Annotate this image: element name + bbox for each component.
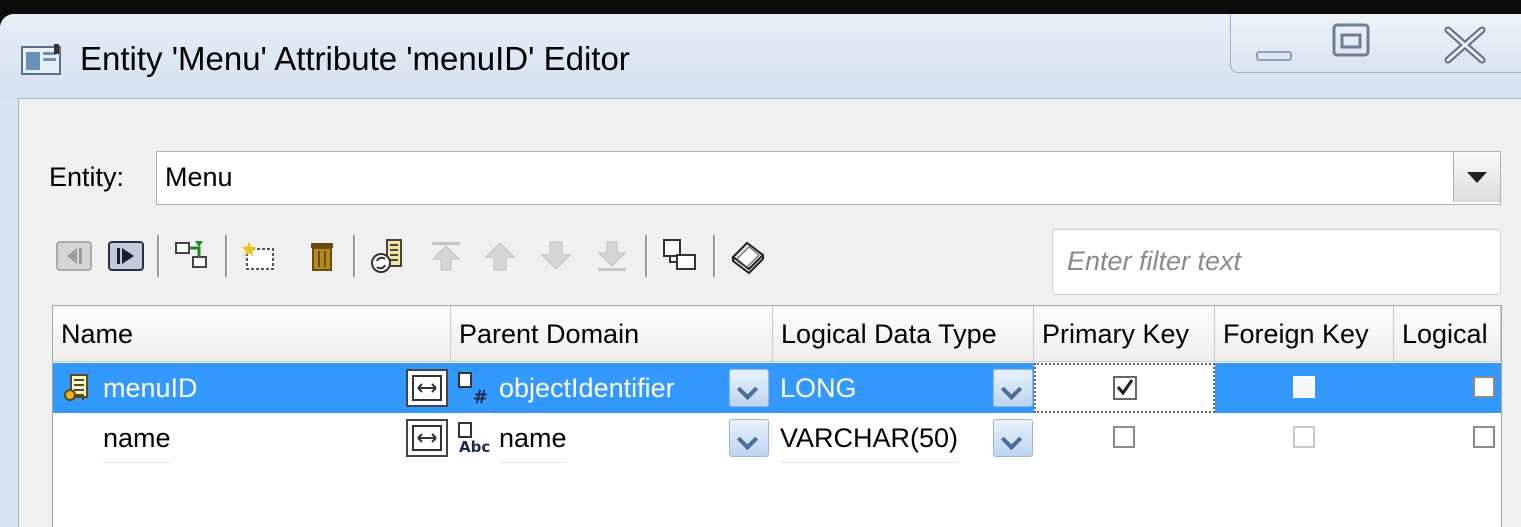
entity-value: Menu [165, 162, 233, 192]
chevron-down-icon [1467, 172, 1487, 183]
move-top-icon[interactable] [427, 237, 465, 275]
minimize-button[interactable] [1230, 14, 1317, 73]
column-header-primary-key[interactable]: Primary Key [1034, 306, 1215, 362]
data-type-cell: VARCHAR(50) [780, 413, 959, 463]
editor-body: Entity: Menu Enter filter text Name Pare… [18, 98, 1521, 527]
ellipsis-icon [412, 375, 442, 401]
delete-icon[interactable] [303, 237, 341, 275]
column-header-foreign-key[interactable]: Foreign Key [1215, 306, 1394, 362]
entity-dropdown-button[interactable] [1453, 152, 1500, 202]
data-type-dropdown[interactable] [993, 419, 1033, 457]
minimize-icon [1256, 51, 1292, 61]
primary-key-checkbox[interactable] [1113, 426, 1135, 448]
add-child-icon[interactable] [173, 237, 211, 275]
domain-identifier-icon: # [458, 372, 488, 405]
new-attribute-icon[interactable] [241, 237, 279, 275]
editor-window: Entity 'Menu' Attribute 'menuID' Editor … [0, 14, 1521, 527]
name-cell: menuID [103, 373, 198, 403]
logical-checkbox[interactable] [1473, 426, 1495, 448]
domain-string-icon: Abc [458, 422, 490, 455]
name-cell: name [103, 413, 171, 463]
ellipsis-icon [412, 425, 442, 451]
foreign-key-checkbox[interactable] [1293, 376, 1315, 398]
column-header-name[interactable]: Name [53, 306, 451, 362]
attribute-toolbar [53, 231, 793, 281]
parent-domain-dropdown[interactable] [729, 419, 769, 457]
edit-name-button[interactable] [406, 369, 448, 407]
parent-domain-dropdown[interactable] [729, 369, 769, 407]
column-header-logical[interactable]: Logical [1394, 306, 1501, 362]
primary-key-attribute-icon [64, 374, 88, 401]
close-icon [1444, 26, 1486, 64]
filter-box[interactable] [1052, 229, 1501, 295]
primary-key-cell [1034, 363, 1215, 413]
table-row[interactable]: menuID # objectIdentifier LONG [53, 363, 1501, 413]
attributes-table: Name Parent Domain Logical Data Type Pri… [52, 305, 1502, 527]
maximize-button[interactable] [1316, 14, 1402, 73]
edit-name-button[interactable] [406, 419, 448, 457]
parent-domain-cell: name [499, 413, 567, 463]
svg-text:#: # [473, 387, 488, 405]
title-bar[interactable]: Entity 'Menu' Attribute 'menuID' Editor [0, 14, 1521, 100]
table-row[interactable]: name Abc name VARCHAR(50) [53, 413, 1501, 463]
reorder-icon[interactable] [369, 237, 407, 275]
svg-text:Abc: Abc [459, 438, 490, 455]
data-type-dropdown[interactable] [993, 369, 1033, 407]
close-button[interactable] [1402, 14, 1521, 73]
entity-select[interactable]: Menu [156, 151, 1501, 205]
restore-icon [1332, 23, 1370, 57]
move-down-icon[interactable] [537, 237, 575, 275]
app-icon [21, 44, 61, 75]
parent-domain-cell: objectIdentifier [499, 373, 675, 403]
entity-label: Entity: [49, 162, 125, 192]
filter-input[interactable] [1053, 230, 1499, 292]
move-bottom-icon[interactable] [593, 237, 631, 275]
column-header-logical-data-type[interactable]: Logical Data Type [773, 306, 1034, 362]
properties-icon[interactable] [729, 237, 767, 275]
column-header-parent-domain[interactable]: Parent Domain [451, 306, 773, 362]
data-type-cell: LONG [780, 373, 857, 403]
window-title: Entity 'Menu' Attribute 'menuID' Editor [80, 40, 630, 77]
foreign-key-checkbox[interactable] [1293, 426, 1315, 448]
logical-checkbox[interactable] [1473, 376, 1495, 398]
copy-icon[interactable] [661, 237, 699, 275]
first-icon[interactable] [55, 237, 93, 275]
last-icon[interactable] [107, 237, 145, 275]
primary-key-checkbox[interactable] [1113, 376, 1137, 400]
move-up-icon[interactable] [481, 237, 519, 275]
